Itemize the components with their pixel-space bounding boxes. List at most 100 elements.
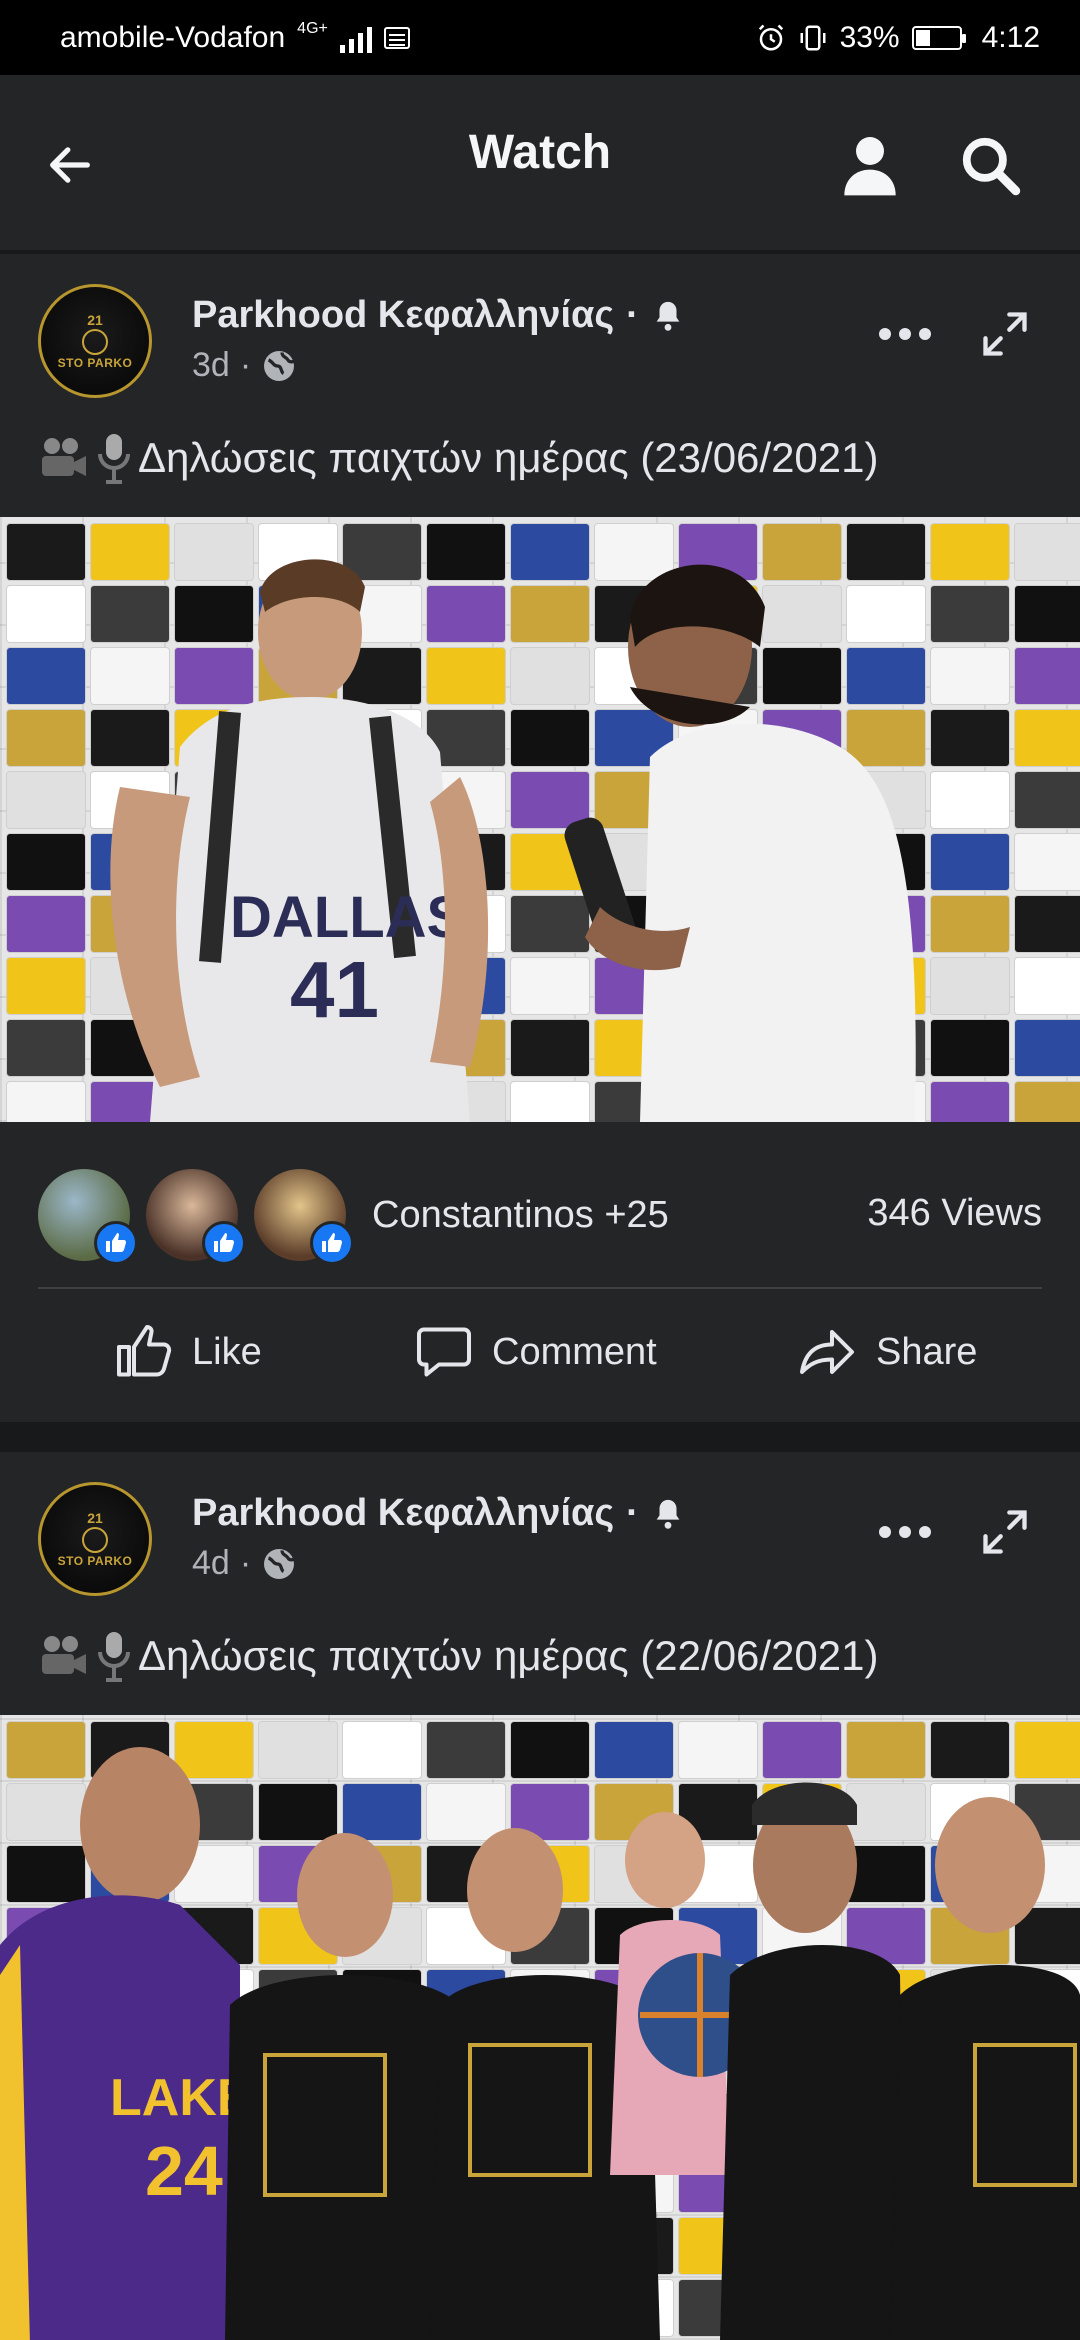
bell-icon[interactable] bbox=[651, 299, 685, 333]
signal-icon bbox=[339, 23, 372, 53]
expand-icon bbox=[983, 1510, 1027, 1554]
bell-icon[interactable] bbox=[651, 1497, 685, 1531]
video-post: 21 STO PARKO Parkhood Κεφαλληνίας · 3d ·… bbox=[0, 254, 1080, 1422]
video-thumbnail[interactable]: LAKERS 24 bbox=[0, 1715, 1080, 2340]
network-type: 4G+ bbox=[297, 19, 328, 37]
post-time: 3d bbox=[192, 346, 230, 384]
share-label: Share bbox=[876, 1330, 978, 1373]
sponsor-logo-tile bbox=[6, 709, 86, 767]
video-thumbnail[interactable]: DALLAS 41 bbox=[0, 517, 1080, 1122]
page-avatar[interactable]: 21 STO PARKO bbox=[38, 284, 152, 398]
page-name: Parkhood Κεφαλληνίας bbox=[192, 1492, 615, 1534]
fullscreen-button[interactable] bbox=[970, 1502, 1040, 1562]
sponsor-logo-tile bbox=[1014, 709, 1080, 767]
sponsor-logo-tile bbox=[6, 833, 86, 891]
page-name-link[interactable]: Parkhood Κεφαλληνίας · bbox=[192, 1492, 685, 1535]
share-arrow-icon bbox=[800, 1330, 854, 1374]
sponsor-logo-tile bbox=[1014, 895, 1080, 953]
like-badge-icon bbox=[202, 1221, 246, 1265]
meta-dot: · bbox=[239, 346, 252, 384]
like-badge-icon bbox=[94, 1221, 138, 1265]
expand-icon bbox=[983, 312, 1027, 356]
microphone-icon bbox=[98, 1632, 130, 1682]
player-figure: DALLAS 41 bbox=[110, 559, 489, 1122]
page-name: Parkhood Κεφαλληνίας bbox=[192, 294, 615, 336]
like-button[interactable]: Like bbox=[114, 1322, 262, 1382]
video-post: 21 STO PARKO Parkhood Κεφαλληνίας · 4d ·… bbox=[0, 1452, 1080, 2340]
interviewer-figure bbox=[564, 564, 916, 1122]
sponsor-logo-tile bbox=[1014, 1081, 1080, 1122]
carrier-name: amobile-Vodafon bbox=[60, 20, 286, 54]
sponsor-logo-tile bbox=[6, 895, 86, 953]
sim-icon bbox=[383, 26, 410, 49]
reactions-summary[interactable]: Constantinos +25 bbox=[38, 1169, 669, 1265]
like-label: Like bbox=[192, 1330, 262, 1373]
thumbs-up-icon bbox=[117, 1325, 172, 1377]
status-left: amobile-Vodafon 4G+ bbox=[60, 19, 410, 55]
svg-text:41: 41 bbox=[290, 945, 379, 1034]
svg-text:24: 24 bbox=[145, 2132, 223, 2210]
status-bar: amobile-Vodafon 4G+ 33% 4:12 bbox=[0, 0, 1080, 75]
sponsor-logo-tile bbox=[6, 957, 86, 1015]
avatar-brand: STO PARKO bbox=[57, 356, 133, 370]
reactions-text: Constantinos +25 bbox=[372, 1193, 669, 1236]
avatar-number: 21 bbox=[87, 312, 103, 328]
svg-text:DALLAS: DALLAS bbox=[230, 885, 465, 950]
more-dots-icon bbox=[879, 1526, 931, 1538]
globe-icon bbox=[264, 350, 295, 381]
microphone-icon bbox=[98, 434, 130, 484]
sponsor-logo-tile bbox=[1014, 523, 1080, 581]
battery-percent: 33% bbox=[839, 20, 900, 54]
page-title: Watch bbox=[468, 126, 612, 179]
more-options-button[interactable] bbox=[870, 309, 940, 359]
separator: · bbox=[626, 294, 639, 336]
meta-dot: · bbox=[239, 1544, 252, 1582]
reactor-avatar bbox=[38, 1169, 138, 1265]
alarm-icon bbox=[758, 24, 783, 50]
status-right: 33% 4:12 bbox=[756, 21, 1040, 55]
comment-label: Comment bbox=[492, 1330, 657, 1373]
post-caption: Δηλώσεις παιχτών ημέρας (23/06/2021) bbox=[38, 432, 879, 484]
sponsor-logo-tile bbox=[1014, 585, 1080, 643]
sponsor-logo-tile bbox=[6, 1081, 86, 1122]
comment-bubble-icon bbox=[417, 1327, 471, 1377]
basketball-icon bbox=[82, 1527, 108, 1553]
battery-icon bbox=[911, 25, 966, 50]
view-count: 346 Views bbox=[867, 1192, 1042, 1234]
page-name-link[interactable]: Parkhood Κεφαλληνίας · bbox=[192, 294, 685, 337]
sponsor-logo-tile bbox=[6, 647, 86, 705]
feed-gap bbox=[0, 1422, 1080, 1452]
sponsor-logo-tile bbox=[6, 1019, 86, 1077]
movie-camera-icon bbox=[42, 1636, 86, 1674]
movie-camera-icon bbox=[42, 438, 86, 476]
like-badge-icon bbox=[310, 1221, 354, 1265]
post-meta: 4d · bbox=[192, 1544, 297, 1583]
search-button[interactable] bbox=[950, 125, 1030, 205]
more-options-button[interactable] bbox=[870, 1507, 940, 1557]
basketball-icon bbox=[82, 329, 108, 355]
post-caption: Δηλώσεις παιχτών ημέρας (22/06/2021) bbox=[38, 1630, 879, 1682]
fullscreen-button[interactable] bbox=[970, 304, 1040, 364]
page-avatar[interactable]: 21 STO PARKO bbox=[38, 1482, 152, 1596]
separator: · bbox=[626, 1492, 639, 1534]
reactor-avatar bbox=[146, 1169, 246, 1265]
sponsor-logo-tile bbox=[6, 771, 86, 829]
sponsor-logo-tile bbox=[6, 523, 86, 581]
share-button[interactable]: Share bbox=[796, 1322, 977, 1382]
reactor-avatar bbox=[254, 1169, 354, 1265]
app-bar: Watch bbox=[0, 75, 1080, 250]
profile-button[interactable] bbox=[835, 125, 905, 205]
comment-button[interactable]: Comment bbox=[414, 1322, 657, 1382]
sponsor-logo-tile bbox=[6, 585, 86, 643]
avatar-number: 21 bbox=[87, 1510, 103, 1526]
sponsor-logo-tile bbox=[1014, 957, 1080, 1015]
clock: 4:12 bbox=[981, 20, 1040, 54]
sponsor-logo-tile bbox=[1014, 1019, 1080, 1077]
divider bbox=[38, 1287, 1042, 1289]
post-time: 4d bbox=[192, 1544, 230, 1582]
sponsor-logo-tile bbox=[1014, 833, 1080, 891]
avatar-brand: STO PARKO bbox=[57, 1554, 133, 1568]
caption-text: Δηλώσεις παιχτών ημέρας (22/06/2021) bbox=[138, 1632, 879, 1679]
search-icon bbox=[962, 137, 1021, 196]
sponsor-logo-tile bbox=[1014, 771, 1080, 829]
